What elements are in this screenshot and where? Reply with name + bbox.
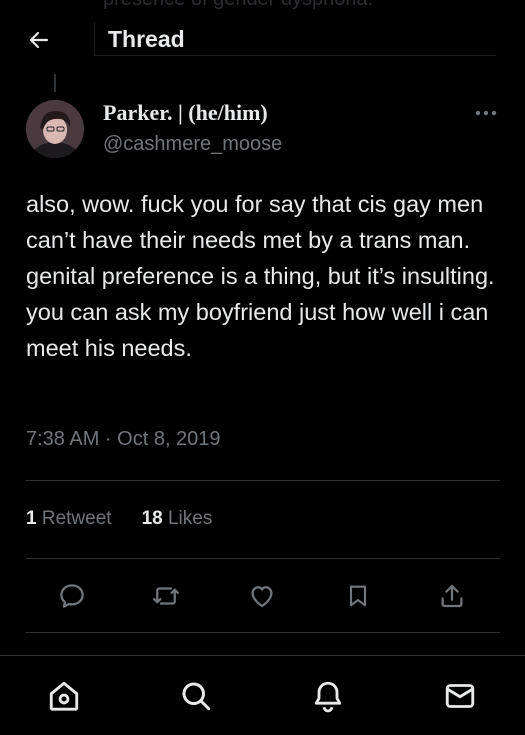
retweets-label: Retweet [41, 508, 112, 529]
tweet-stats: 1 Retweet 18 Likes [26, 508, 212, 530]
tweet-timestamp[interactable]: 7:38 AM · Oct 8, 2019 [26, 428, 221, 451]
more-options-button[interactable] [470, 100, 502, 126]
share-button[interactable] [430, 574, 474, 618]
retweet-icon [153, 587, 179, 605]
divider [26, 632, 500, 633]
divider [26, 480, 500, 481]
arrow-left-icon [29, 31, 49, 49]
avatar[interactable] [26, 100, 84, 158]
share-icon [441, 584, 463, 608]
ellipsis-icon [475, 110, 497, 116]
likes-label: Likes [167, 508, 213, 529]
search-icon [182, 682, 211, 711]
tweet-text: also, wow. fuck you for say that cis gay… [26, 191, 495, 361]
nav-messages[interactable] [438, 674, 482, 718]
like-button[interactable] [240, 574, 284, 618]
reply-button[interactable] [50, 574, 94, 618]
page-title: Thread [108, 26, 185, 52]
likes-stat[interactable]: 18 Likes [142, 508, 213, 530]
likes-count: 18 [141, 508, 163, 529]
author-handle[interactable]: @cashmere_moose [103, 133, 282, 156]
bookmark-icon [349, 585, 367, 607]
tweet-action-bar [26, 574, 500, 618]
like-icon [251, 586, 273, 608]
back-button[interactable] [26, 27, 52, 53]
reply-icon [60, 584, 84, 608]
home-icon [49, 681, 79, 711]
retweets-stat[interactable]: 1 Retweet [26, 508, 112, 530]
nav-notifications[interactable] [306, 674, 350, 718]
bookmark-button[interactable] [336, 574, 380, 618]
divider [26, 558, 500, 559]
nav-home[interactable] [42, 674, 86, 718]
bottom-navigation [0, 656, 525, 735]
author-name[interactable]: Parker. | (he/him) [103, 100, 268, 126]
notifications-icon [314, 681, 342, 713]
retweets-count: 1 [26, 508, 37, 529]
nav-search[interactable] [174, 674, 218, 718]
messages-icon [445, 684, 475, 708]
thread-header: Thread [0, 0, 525, 78]
retweet-button[interactable] [144, 574, 188, 618]
